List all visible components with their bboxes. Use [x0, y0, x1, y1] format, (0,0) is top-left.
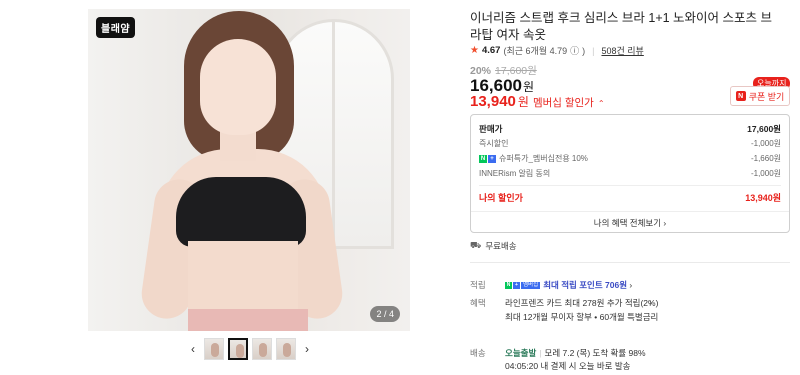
thumb-next-icon[interactable]: ›	[300, 342, 314, 356]
info-icon[interactable]: ⓘ	[570, 44, 579, 57]
chevron-right-icon: ›	[629, 280, 633, 290]
model-bottom	[188, 309, 308, 331]
price-breakdown-box: 판매가 17,600원 즉시할인 -1,000원 N + 슈퍼특가_멤버십전용 10…	[470, 114, 790, 233]
breakdown-row: INNERism 알림 동의 -1,000원	[479, 168, 781, 179]
divider	[479, 185, 781, 186]
chevron-right-icon[interactable]: ›	[649, 297, 652, 307]
view-all-benefits-button[interactable]: 나의 혜택 전체보기 ›	[471, 211, 789, 234]
thumbnail-3[interactable]	[252, 338, 272, 360]
truck-icon: ⛟	[470, 240, 482, 250]
my-discount-label: 나의 할인가	[479, 193, 523, 203]
my-discount-row: 나의 할인가 13,940원	[479, 191, 781, 204]
coupon-label: 쿠폰 받기	[748, 91, 785, 102]
image-page-indicator: 2 / 4	[370, 306, 400, 322]
delivery-line-2: 04:05:20 내 결제 시 오늘 바로 발송	[505, 361, 631, 371]
breakdown-value: -1,000원	[750, 169, 781, 178]
point-label: 적립	[470, 280, 486, 290]
breakdown-value: -1,000원	[750, 139, 781, 148]
breakdown-label: 즉시할인	[479, 139, 509, 148]
star-icon: ★	[470, 45, 479, 56]
benefit-line-1: 라인프렌즈 카드 최대 278원 추가 적립(2%)	[505, 298, 659, 308]
naver-pay-icon: N + 멤버십	[505, 282, 541, 290]
rating-row: ★ 4.67 (최근 6개월 4.79 ⓘ ) | 508건 리뷰	[470, 44, 644, 57]
rating-note-close: )	[582, 45, 586, 56]
divider	[470, 262, 790, 263]
delivery-text: 모레 7.2 (목) 도착 확률 98%	[544, 348, 646, 358]
background-window-frame	[332, 19, 335, 249]
breakdown-label: 슈퍼특가_멤버십전용 10%	[499, 154, 588, 163]
today-dispatch-tag: 오늘출발	[505, 348, 537, 358]
model-face	[200, 39, 276, 135]
point-row[interactable]: N + 멤버십 최대 적립 포인트 706원 ›	[505, 279, 632, 291]
member-price-row[interactable]: 13,940 원 멤버십 할인가 ⌃	[470, 93, 605, 110]
breakdown-row: 즉시할인 -1,000원	[479, 138, 781, 149]
benefit-line-2: 최대 12개월 무이자 할부 • 60개월 특별금리	[505, 312, 659, 322]
naver-n-icon: N	[735, 91, 746, 101]
rating-score: 4.67	[481, 45, 501, 56]
rating-note: (최근 6개월 4.79	[503, 46, 568, 56]
divider: |	[592, 45, 595, 56]
product-title: 이너리즘 스트랩 후크 심리스 브라 1+1 노와이어 스포츠 브라탑 여자 속…	[470, 11, 772, 42]
my-discount-value: 13,940원	[745, 193, 781, 203]
delivery-row: 오늘출발 | 모레 7.2 (목) 도착 확률 98%	[505, 347, 646, 359]
breakdown-row: N + 슈퍼특가_멤버십전용 10% -1,660원	[479, 153, 781, 164]
breakdown-label: 판매가	[479, 124, 503, 134]
thumbnail-1[interactable]	[204, 338, 224, 360]
benefit-label: 혜택	[470, 298, 486, 308]
member-price-unit: 원	[517, 95, 529, 109]
point-text: 최대 적립 포인트 706원	[543, 280, 628, 290]
free-shipping-label: 무료배송	[485, 241, 517, 251]
thumbnail-strip: ‹ ›	[186, 338, 314, 360]
breakdown-value: -1,660원	[750, 154, 781, 163]
review-count-link[interactable]: 508건 리뷰	[601, 44, 643, 57]
naver-plus-icon: N +	[479, 154, 496, 163]
member-price: 13,940	[470, 93, 516, 110]
brand-logo-badge: 블래얌	[96, 17, 136, 38]
breakdown-row: 판매가 17,600원	[479, 123, 781, 135]
coupon-download-button[interactable]: N 쿠폰 받기	[730, 86, 790, 106]
breakdown-value: 17,600원	[747, 124, 781, 134]
thumbnail-4[interactable]	[276, 338, 296, 360]
free-shipping: ⛟ 무료배송	[470, 240, 517, 252]
member-price-label: 멤버십 할인가	[532, 97, 594, 109]
breakdown-label: INNERism 알림 동의	[479, 169, 551, 178]
thumbnail-2[interactable]	[228, 338, 248, 360]
breakdown-label-wrap: N + 슈퍼특가_멤버십전용 10%	[479, 153, 588, 164]
product-main-image[interactable]: 블래얌 2 / 4	[88, 9, 410, 331]
divider: |	[539, 348, 542, 358]
chevron-up-icon[interactable]: ⌃	[598, 99, 605, 108]
thumb-prev-icon[interactable]: ‹	[186, 342, 200, 356]
product-bra	[176, 177, 306, 247]
delivery-label: 배송	[470, 348, 486, 358]
